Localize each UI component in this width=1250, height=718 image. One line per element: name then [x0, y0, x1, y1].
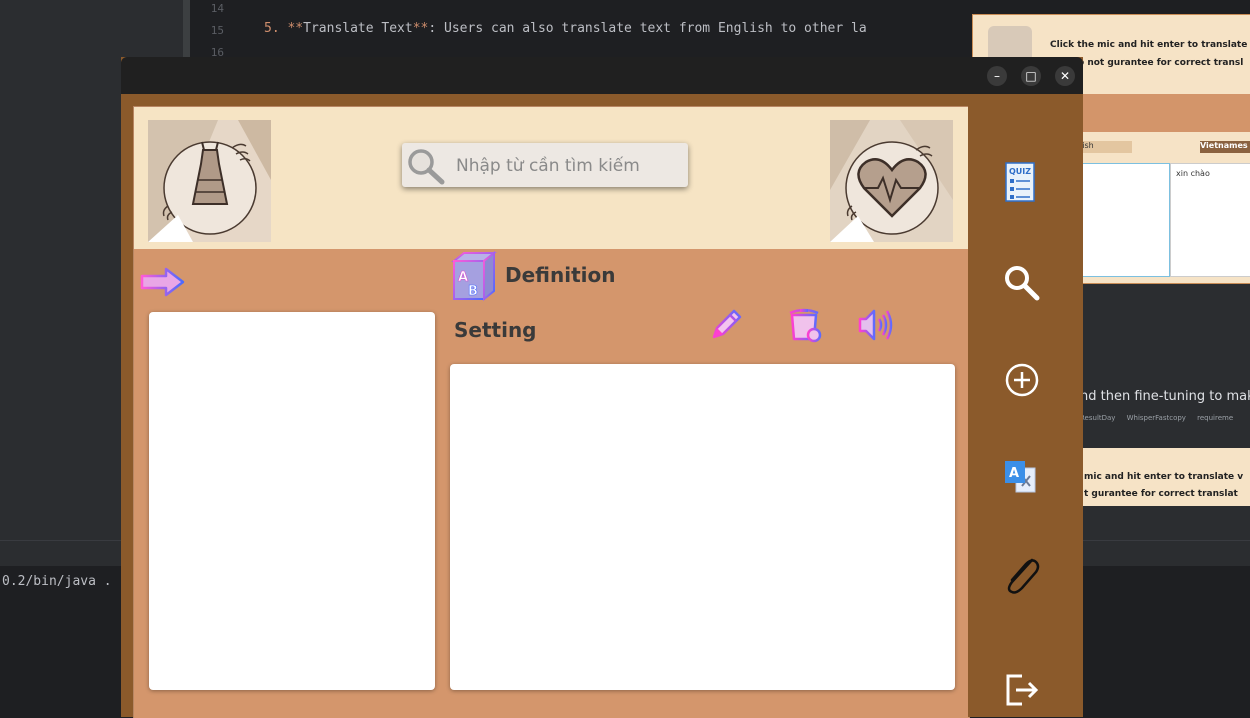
right-sidebar: QUIZ A: [968, 94, 1083, 717]
setting-label: Setting: [454, 318, 537, 342]
search-box[interactable]: [402, 143, 688, 187]
delete-icon[interactable]: [786, 307, 822, 347]
line-number: 15: [210, 24, 224, 37]
logout-icon[interactable]: [1004, 672, 1040, 712]
speaker-icon[interactable]: [856, 307, 894, 347]
background-band: [1080, 94, 1250, 132]
header: [134, 107, 969, 249]
background-output-text: xin chào: [1176, 169, 1210, 178]
magnifier-icon: [406, 147, 446, 189]
svg-text:B: B: [468, 284, 478, 299]
code-token: 5.: [264, 21, 280, 36]
definition-label: Definition: [505, 263, 616, 287]
background-hint: t gurantee for correct translat: [1084, 489, 1238, 499]
code-token: **: [412, 21, 429, 36]
background-doc-text: nd then fine-tuning to make: [1080, 389, 1250, 404]
minimize-button[interactable]: –: [987, 66, 1007, 86]
background-file-list: ResultDay WhisperFastcopy requireme: [1080, 414, 1233, 422]
definition-panel[interactable]: [450, 364, 955, 690]
background-file: WhisperFastcopy: [1126, 414, 1186, 422]
background-translator-card-2: mic and hit enter to translate v t guran…: [1080, 448, 1250, 506]
code-token: : Users can also translate text from Eng…: [428, 21, 867, 36]
background-hint: Click the mic and hit enter to translate: [1050, 40, 1248, 50]
title-bar[interactable]: – □ ✕: [121, 57, 1083, 94]
add-icon[interactable]: [1004, 362, 1040, 402]
quiz-label: QUIZ: [1009, 167, 1031, 176]
code-line: 5. **Translate Text**: Users can also tr…: [264, 21, 876, 36]
pencil-icon[interactable]: [708, 307, 744, 347]
search-icon[interactable]: [1003, 264, 1041, 306]
svg-text:A: A: [458, 270, 468, 285]
paperclip-icon[interactable]: [1002, 554, 1040, 598]
dress-picture: [148, 120, 271, 242]
quiz-icon[interactable]: QUIZ: [1005, 162, 1035, 206]
dictionary-book-icon: A B: [450, 250, 498, 305]
close-button[interactable]: ✕: [1055, 66, 1075, 86]
line-number: 14: [210, 2, 224, 15]
background-select-from: lish: [1080, 141, 1132, 153]
background-file: requireme: [1197, 414, 1234, 422]
background-select-to: Vietnames: [1200, 141, 1250, 153]
heart-picture: [830, 120, 953, 242]
code-token: Translate Text: [303, 21, 413, 36]
background-hint: mic and hit enter to translate v: [1084, 472, 1244, 482]
terminal-output: 0.2/bin/java .: [2, 574, 112, 589]
main-content: A B Definition Setting: [133, 106, 970, 718]
translate-icon[interactable]: A: [1004, 460, 1036, 498]
maximize-button[interactable]: □: [1021, 66, 1041, 86]
translate-glyph: A: [1009, 466, 1019, 481]
arrow-right-icon[interactable]: [140, 267, 186, 301]
background-output-box: xin chào: [1170, 163, 1250, 277]
word-list-panel[interactable]: [149, 312, 435, 690]
search-input[interactable]: [454, 151, 683, 181]
background-input-box: [1080, 163, 1170, 277]
background-hint: o not gurantee for correct transl: [1078, 58, 1244, 68]
code-token: **: [287, 21, 304, 36]
background-file: ResultDay: [1080, 414, 1116, 422]
dictionary-window: – □ ✕ Nhập từ cần tìm kiếm A B Definitio…: [121, 57, 1083, 718]
